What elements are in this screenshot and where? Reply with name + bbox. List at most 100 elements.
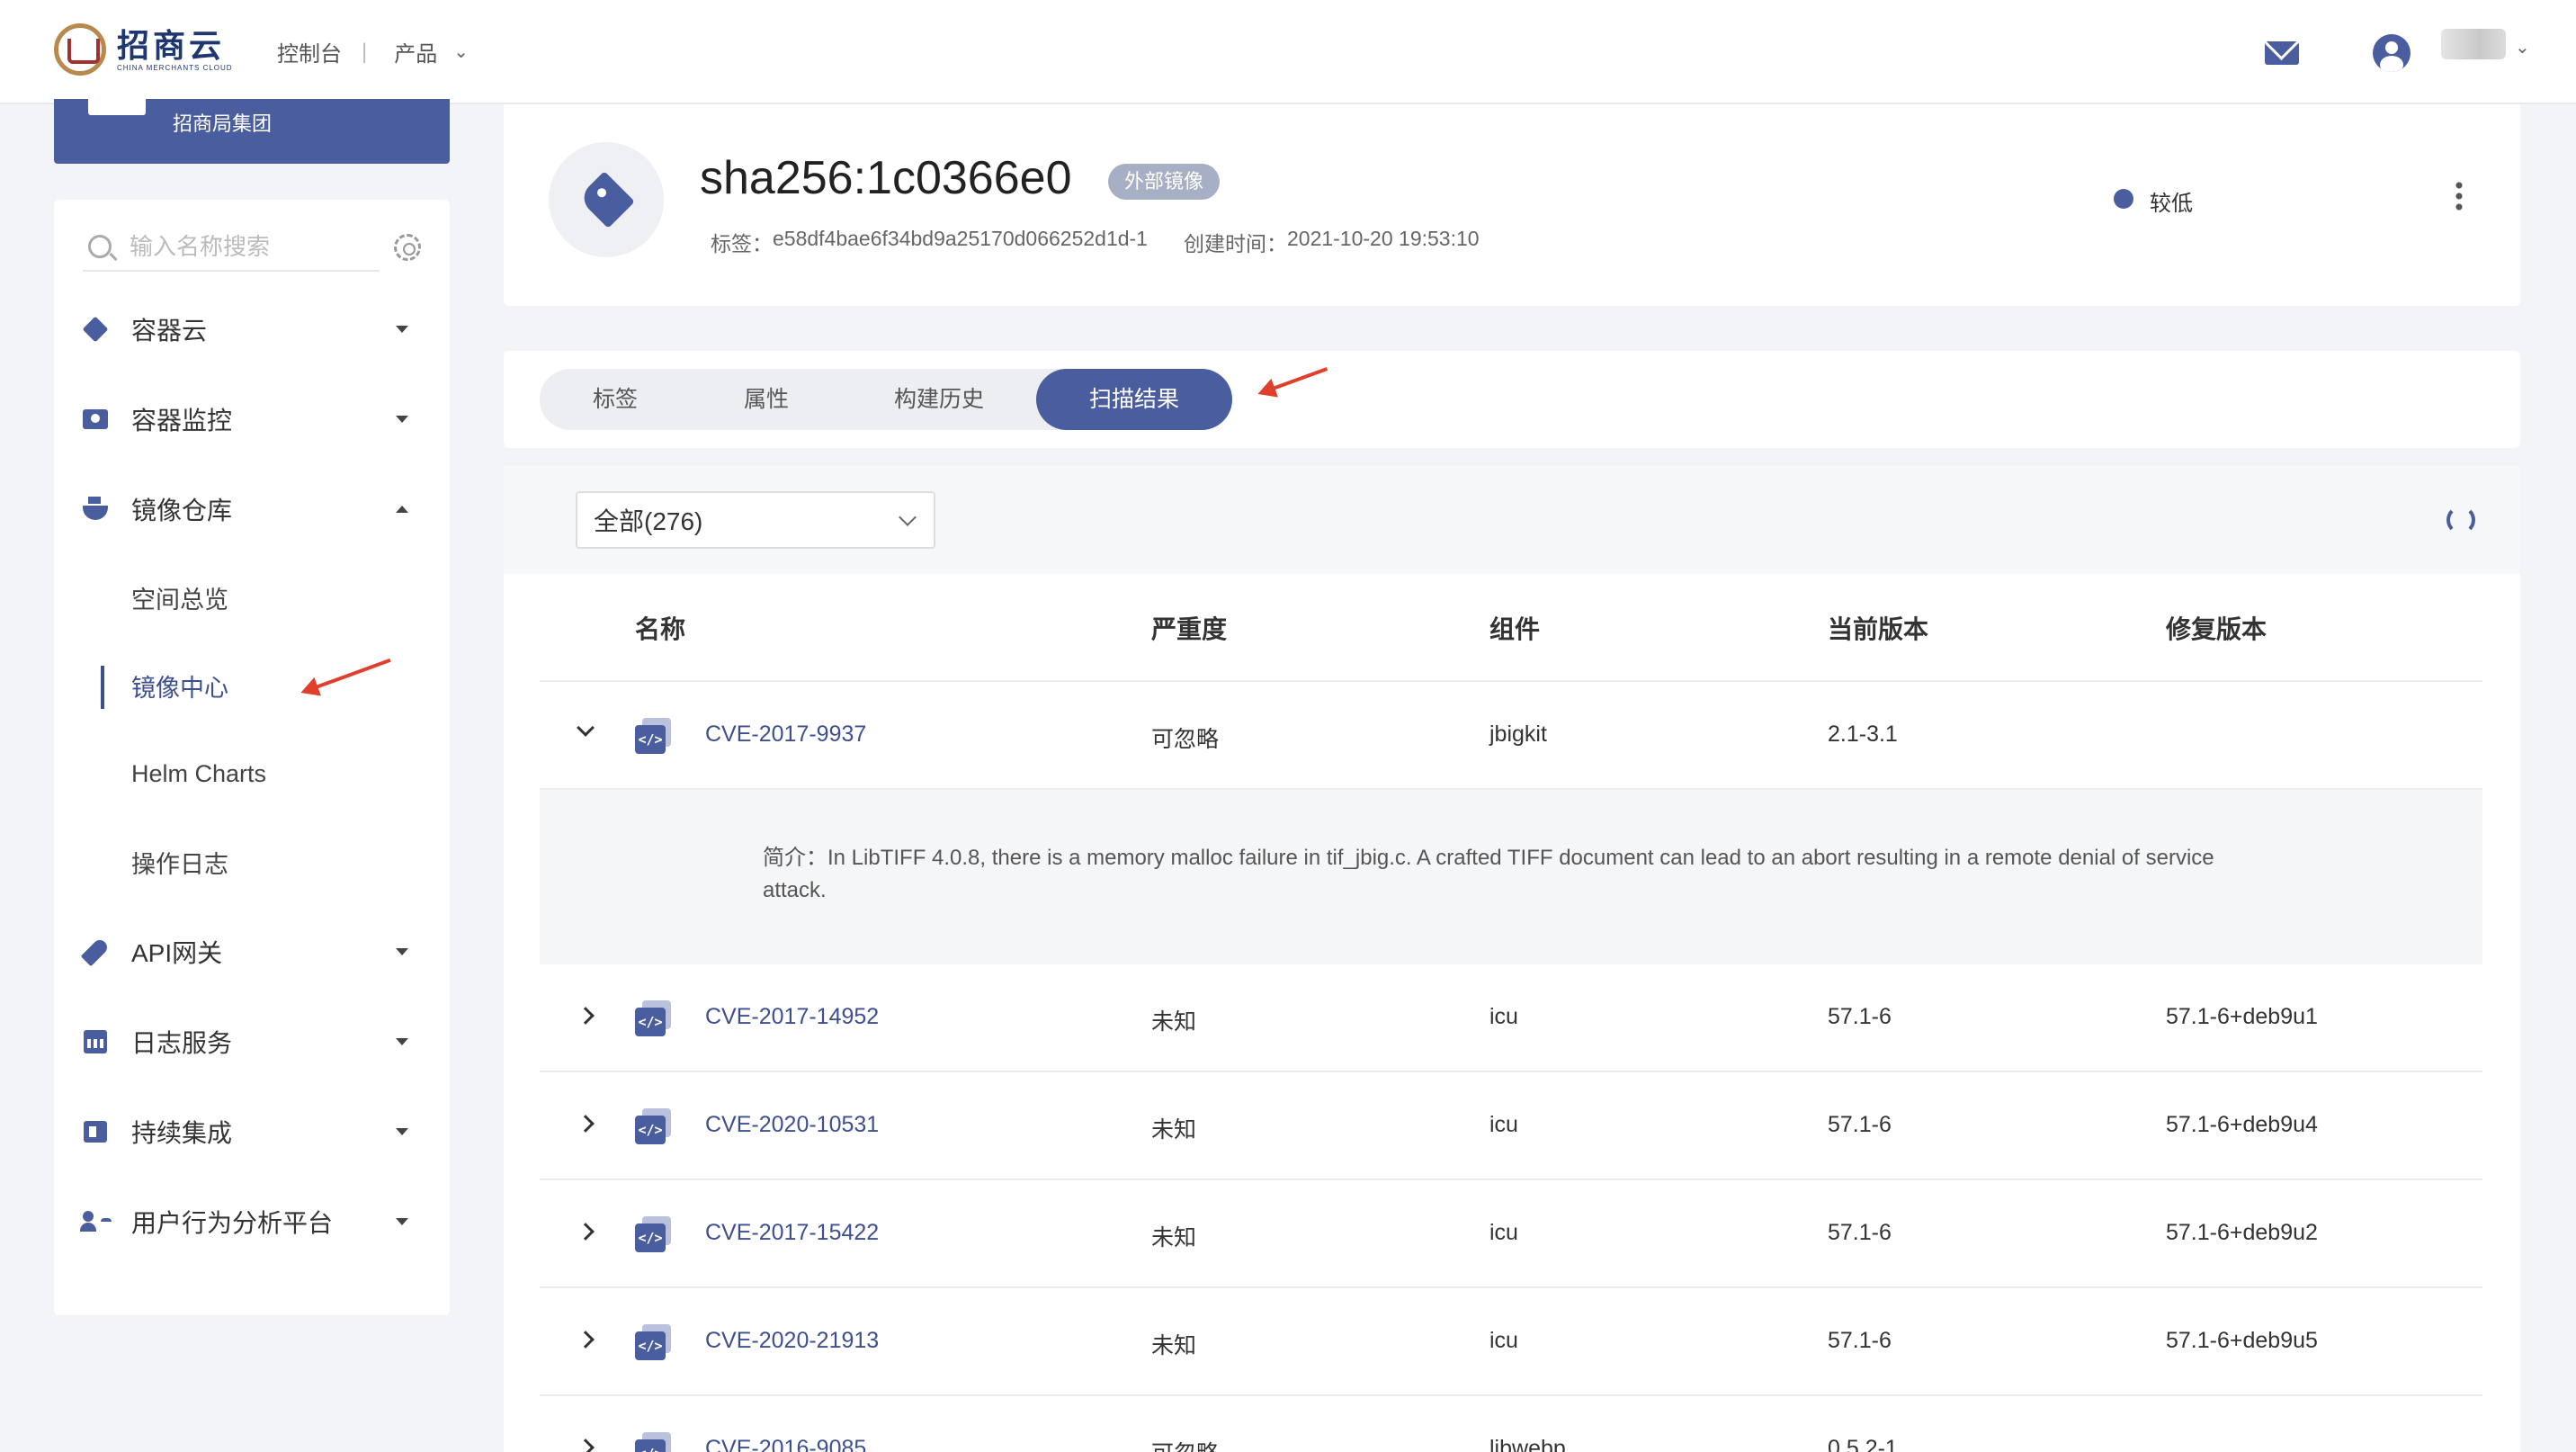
expand-chevron-icon[interactable] <box>577 1007 595 1025</box>
org-name: 招商局集团 <box>173 112 273 135</box>
collapse-chevron-icon[interactable] <box>577 719 595 737</box>
component-cell: icu <box>1489 1328 1518 1353</box>
sidebar-item-image-registry[interactable]: 镜像仓库 <box>54 482 450 536</box>
brand-name: 招商云 <box>117 26 226 65</box>
tab-scan-results[interactable]: 扫描结果 <box>1036 369 1232 430</box>
cve-link[interactable]: CVE-2020-10531 <box>705 1112 879 1138</box>
refresh-icon[interactable] <box>2446 506 2475 534</box>
tab-properties[interactable]: 属性 <box>691 369 842 430</box>
created-label: 创建时间： <box>1183 232 1287 255</box>
current-version-cell: 57.1-6 <box>1828 1004 1892 1029</box>
fixed-version-cell: 57.1-6+deb9u4 <box>2166 1112 2318 1137</box>
cve-link[interactable]: CVE-2016-9085 <box>705 1436 866 1452</box>
sidebar-subitem-label: 操作日志 <box>131 850 228 878</box>
current-version-cell: 57.1-6 <box>1828 1112 1892 1137</box>
user-menu-chevron-icon[interactable]: ⌄ <box>2515 36 2530 58</box>
nav-separator: | <box>362 39 368 64</box>
table-row[interactable]: CVE-2017-14952 未知 icu 57.1-6 57.1-6+deb9… <box>540 964 2482 1072</box>
sidebar-item-label: 持续集成 <box>131 1119 233 1147</box>
fixed-version-cell: 57.1-6+deb9u1 <box>2166 1004 2318 1029</box>
caret-down-icon <box>396 948 408 955</box>
calendar-icon <box>83 1029 108 1054</box>
column-header-severity: 严重度 <box>1151 615 1228 643</box>
nav-console[interactable]: 控制台 <box>277 36 342 67</box>
filter-bar: 全部(276) <box>504 466 2520 574</box>
current-version-cell: 57.1-6 <box>1828 1328 1892 1353</box>
cube-icon <box>82 316 109 343</box>
risk-indicator-dot <box>2114 189 2133 209</box>
expand-chevron-icon[interactable] <box>577 1331 595 1349</box>
sidebar-item-label: 镜像仓库 <box>131 497 233 524</box>
user-name-redacted[interactable] <box>2441 29 2506 59</box>
sidebar-subitem-helm-charts[interactable]: Helm Charts <box>54 747 450 801</box>
sidebar-subitem-image-center[interactable]: 镜像中心 <box>54 659 450 713</box>
cve-link[interactable]: CVE-2017-14952 <box>705 1004 879 1030</box>
table-row[interactable]: CVE-2017-15422 未知 icu 57.1-6 57.1-6+deb9… <box>540 1180 2482 1288</box>
external-image-badge: 外部镜像 <box>1108 164 1221 200</box>
user-avatar-icon[interactable] <box>2373 34 2411 72</box>
logo-text: 招商云 CHINA MERCHANTS CLOUD <box>117 28 233 72</box>
sidebar-item-api-gateway[interactable]: API网关 <box>54 925 450 979</box>
column-header-name: 名称 <box>635 615 686 643</box>
table-row[interactable]: CVE-2017-9937 可忽略 jbigkit 2.1-3.1 <box>540 682 2482 790</box>
org-card[interactable]: 招商局集团 <box>54 99 450 164</box>
severity-cell: 未知 <box>1151 1333 1197 1358</box>
tab-build-history[interactable]: 构建历史 <box>842 369 1036 430</box>
sidebar-subitem-label: 镜像中心 <box>131 674 228 702</box>
image-meta: 标签： e58df4bae6f34bd9a25170d066252d1d-1 创… <box>711 227 1480 257</box>
cve-description: 简介：In LibTIFF 4.0.8, there is a memory m… <box>763 846 2214 902</box>
component-cell: icu <box>1489 1112 1518 1137</box>
table-row[interactable]: CVE-2020-10531 未知 icu 57.1-6 57.1-6+deb9… <box>540 1072 2482 1180</box>
tab-bar: 标签 属性 构建历史 扫描结果 <box>540 369 1232 430</box>
severity-cell: 可忽略 <box>1151 727 1220 752</box>
cve-link[interactable]: CVE-2017-15422 <box>705 1220 879 1246</box>
top-bar: 招商云 CHINA MERCHANTS CLOUD 控制台 | 产品 ⌄ ⌄ <box>0 0 2576 104</box>
more-vertical-icon[interactable] <box>2455 180 2463 212</box>
rocket-icon <box>80 937 111 967</box>
caret-up-icon <box>396 506 408 513</box>
sidebar-subitem-space-overview[interactable]: 空间总览 <box>54 570 450 624</box>
tabs-card: 标签 属性 构建历史 扫描结果 <box>504 351 2520 448</box>
sidebar-subitem-operation-log[interactable]: 操作日志 <box>54 835 450 889</box>
gear-icon[interactable] <box>394 234 421 261</box>
sidebar-item-label: 容器云 <box>131 317 208 345</box>
active-indicator <box>101 666 104 709</box>
sidebar-subitem-label: Helm Charts <box>131 759 267 787</box>
select-value: 全部(276) <box>594 507 703 535</box>
cve-link[interactable]: CVE-2017-9937 <box>705 722 866 748</box>
severity-cell: 未知 <box>1151 1117 1197 1143</box>
image-header-card: sha256:1c0366e0 外部镜像 标签： e58df4bae6f34bd… <box>504 104 2520 306</box>
sidebar-item-container-cloud[interactable]: 容器云 <box>54 302 450 356</box>
build-icon <box>83 1119 108 1144</box>
caret-down-icon <box>396 326 408 333</box>
table-row[interactable]: CVE-2020-21913 未知 icu 57.1-6 57.1-6+deb9… <box>540 1288 2482 1396</box>
expand-chevron-icon[interactable] <box>577 1115 595 1133</box>
sidebar-item-container-monitor[interactable]: 容器监控 <box>54 392 450 446</box>
caret-down-icon <box>396 1038 408 1045</box>
code-icon <box>635 718 671 754</box>
component-cell: icu <box>1489 1220 1518 1245</box>
chevron-down-icon[interactable]: ⌄ <box>453 40 469 63</box>
search-input[interactable] <box>130 232 363 261</box>
severity-filter-select[interactable]: 全部(276) <box>576 491 935 549</box>
nav-products[interactable]: 产品 <box>394 36 437 67</box>
code-icon <box>635 1216 671 1252</box>
brand-logo[interactable]: 招商云 CHINA MERCHANTS CLOUD <box>54 23 233 76</box>
sidebar-search <box>83 223 380 272</box>
brand-name-en: CHINA MERCHANTS CLOUD <box>117 63 233 72</box>
created-value: 2021-10-20 19:53:10 <box>1286 227 1480 250</box>
sidebar-item-ci[interactable]: 持续集成 <box>54 1105 450 1159</box>
expand-chevron-icon[interactable] <box>577 1439 595 1452</box>
expand-chevron-icon[interactable] <box>577 1223 595 1241</box>
cve-link[interactable]: CVE-2020-21913 <box>705 1328 879 1354</box>
mail-icon[interactable] <box>2265 41 2299 65</box>
severity-cell: 未知 <box>1151 1225 1197 1250</box>
table-row[interactable]: CVE-2016-9085 可忽略 libwebp 0.5.2-1 <box>540 1396 2482 1452</box>
sidebar-item-log-service[interactable]: 日志服务 <box>54 1015 450 1069</box>
sidebar-item-user-analytics[interactable]: 用户行为分析平台 <box>54 1195 450 1249</box>
caret-down-icon <box>396 416 408 423</box>
image-avatar <box>549 142 664 257</box>
tab-tags[interactable]: 标签 <box>540 369 691 430</box>
top-nav: 控制台 | 产品 ⌄ <box>277 36 469 67</box>
caret-down-icon <box>396 1128 408 1135</box>
